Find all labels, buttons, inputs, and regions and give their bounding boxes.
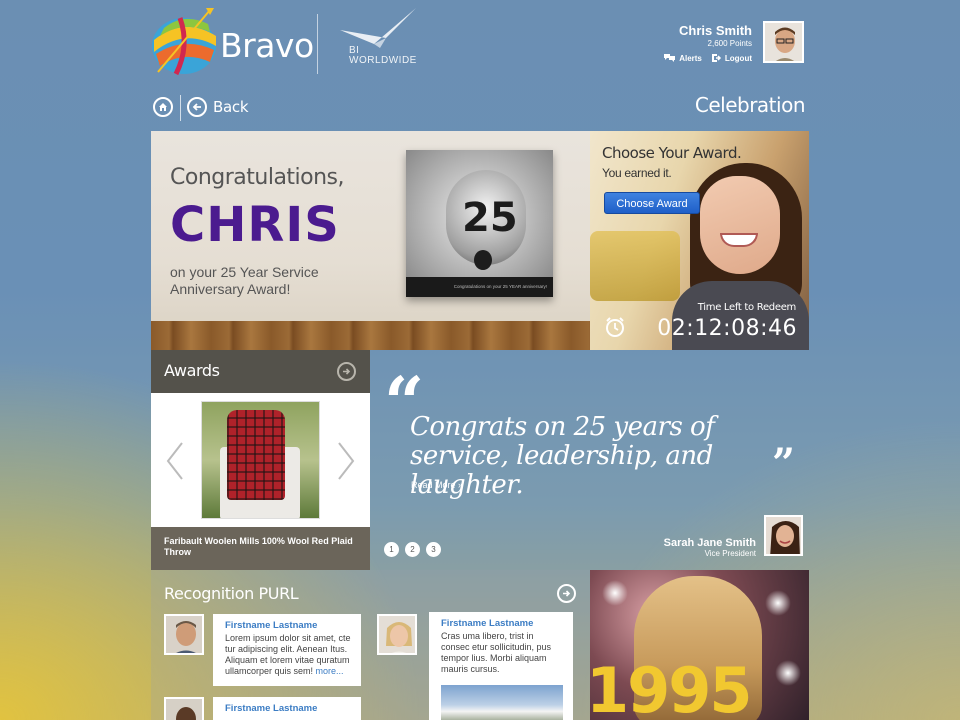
camera-flash [765, 590, 791, 616]
awards-more-button[interactable] [337, 362, 356, 381]
user-points: 2,600 Points [707, 39, 752, 48]
redeem-countdown: 02:12:08:46 [657, 316, 797, 341]
plaque-number: 25 [462, 195, 518, 241]
home-icon [159, 103, 167, 111]
purl-card-text: Lorem ipsum dolor sit amet, cte tur adip… [225, 633, 351, 677]
purl-card-name[interactable]: Firstname Lastname [225, 620, 351, 631]
choose-award-button[interactable]: Choose Award [604, 192, 700, 214]
purl-card-body: Cras uma libero, trist in consec etur so… [441, 631, 552, 674]
purl-card[interactable]: Firstname Lastname Lorem ipsum dolor sit… [213, 614, 361, 686]
brand-name: Bravo [220, 26, 314, 65]
alerts-link[interactable]: Alerts [663, 53, 702, 63]
mountain-photo [441, 685, 563, 720]
hero-greeting: Congratulations, [170, 165, 345, 190]
user-name: Chris Smith [679, 23, 752, 38]
user-avatar[interactable] [763, 21, 804, 63]
plaque-hole [474, 250, 492, 270]
plaid-throw-shape [227, 410, 285, 500]
logout-icon [711, 54, 721, 62]
user-photo [765, 23, 802, 61]
quote-author-name: Sarah Jane Smith [663, 537, 756, 549]
alarm-clock-icon [606, 317, 624, 337]
page-dot-1[interactable]: 1 [384, 542, 399, 557]
logout-link[interactable]: Logout [711, 53, 752, 63]
purl-card[interactable]: Firstname Lastname Cras uma libero, tris… [429, 612, 573, 720]
quote-author-title: Vice President [704, 549, 756, 558]
chat-bubbles-icon [664, 54, 676, 62]
partner-logo-text: BI WORLDWIDE [349, 45, 417, 66]
choose-award-promo: Choose Your Award. You earned it. Choose… [590, 131, 809, 350]
nav-divider [180, 95, 181, 121]
chevron-right-icon[interactable] [336, 441, 356, 481]
chevron-left-icon[interactable] [165, 441, 185, 481]
purl-avatar[interactable] [377, 614, 417, 655]
page-title: Celebration [694, 93, 806, 117]
back-button[interactable]: Back [187, 97, 249, 117]
camera-flash [602, 580, 628, 606]
purl-card-name[interactable]: Firstname Lastname [441, 618, 563, 629]
alerts-label: Alerts [679, 53, 702, 63]
promo-title: Choose Your Award. [602, 144, 742, 162]
anniversary-plaque: 25 Congratulations on your 25 YEAR anniv… [406, 150, 553, 297]
timeline-1995-tile[interactable]: 1995 [590, 570, 809, 720]
quote-text: Congrats on 25 years of service, leaders… [410, 412, 715, 500]
woman-photo-face [700, 176, 780, 274]
purl-title: Recognition PURL [164, 584, 299, 603]
congratulations-hero: Congratulations, CHRIS on your 25 Year S… [151, 131, 590, 350]
person-photo [379, 616, 415, 653]
award-item-caption[interactable]: Faribault Woolen Mills 100% Wool Red Pla… [151, 527, 370, 570]
time-left-label: Time Left to Redeem [697, 302, 797, 313]
awards-carousel [151, 393, 370, 527]
taxi-background [590, 231, 680, 301]
person-photo [166, 699, 202, 720]
quote-author-avatar[interactable] [764, 515, 803, 556]
back-arrow-icon [187, 97, 207, 117]
hero-name: CHRIS [170, 197, 340, 253]
award-item-image[interactable] [201, 401, 320, 519]
person-photo [166, 616, 202, 653]
promo-subtitle: You earned it. [602, 166, 672, 180]
camera-flash [775, 660, 801, 686]
purl-avatar[interactable] [164, 697, 204, 720]
awards-header: Awards [151, 350, 370, 393]
logout-label: Logout [724, 53, 752, 63]
awards-title: Awards [164, 361, 220, 380]
purl-more-link[interactable]: more... [316, 666, 344, 676]
purl-card[interactable]: Firstname Lastname [213, 697, 361, 720]
author-photo [766, 517, 801, 554]
plaque-caption: Congratulations on your 25 YEAR annivers… [406, 277, 553, 297]
year-label: 1995 [590, 654, 753, 720]
close-quote-mark: ” [772, 440, 796, 487]
quote-pager: 1 2 3 [384, 542, 441, 557]
read-more-link[interactable]: Read More » [411, 480, 463, 490]
page-dot-3[interactable]: 3 [426, 542, 441, 557]
purl-avatar[interactable] [164, 614, 204, 655]
arrow-right-icon [343, 368, 351, 375]
purl-card-name[interactable]: Firstname Lastname [225, 703, 351, 714]
header-divider [317, 14, 318, 74]
recognition-purl-panel: Recognition PURL Firstname Lastname Lore… [151, 570, 590, 720]
purl-more-button[interactable] [557, 584, 576, 603]
wood-floor [151, 321, 590, 350]
back-label: Back [213, 98, 249, 116]
user-links: Alerts Logout [663, 53, 752, 63]
bravo-logo-icon [152, 8, 216, 76]
page-dot-2[interactable]: 2 [405, 542, 420, 557]
home-button[interactable] [153, 97, 173, 117]
hero-message: on your 25 Year Service Anniversary Awar… [170, 264, 319, 297]
arrow-right-icon [563, 590, 571, 597]
